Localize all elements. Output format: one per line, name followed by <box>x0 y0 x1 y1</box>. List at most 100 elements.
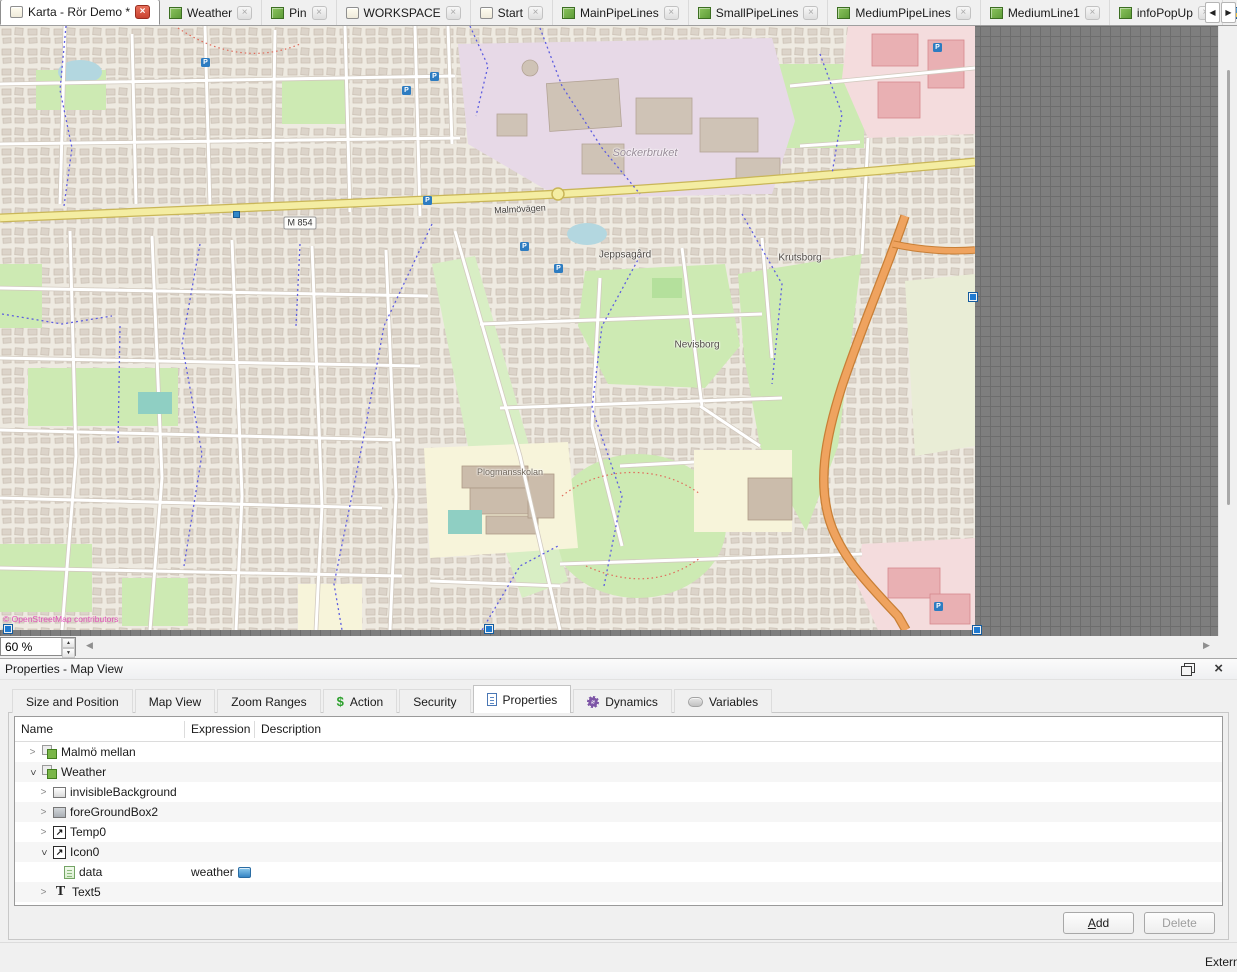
tab-security[interactable]: Security <box>399 689 470 713</box>
row-name: foreGroundBox2 <box>70 805 158 819</box>
dynamics-icon <box>587 696 599 708</box>
spin-down-icon[interactable]: ▼ <box>62 648 75 658</box>
tab-label: Properties <box>503 693 558 707</box>
tab-karta-r-r-demo[interactable]: Karta - Rör Demo *× <box>0 0 160 25</box>
tab-scroll-buttons: ◀ ▶ <box>1205 2 1236 23</box>
tab-scroll-left-icon[interactable]: ◀ <box>1205 2 1220 23</box>
add-button[interactable]: Add <box>1063 912 1134 934</box>
vertical-scrollbar-thumb[interactable] <box>1227 70 1230 505</box>
column-header-name[interactable]: Name <box>15 721 185 738</box>
tab-label: Map View <box>149 695 201 709</box>
tab-label: Zoom Ranges <box>231 695 306 709</box>
expand-icon[interactable]: > <box>38 827 49 838</box>
window-icon <box>346 7 359 19</box>
panel-title-text: Properties - Map View <box>5 662 123 676</box>
table-row-text5[interactable]: >TText5 <box>15 882 1222 902</box>
tab-pin[interactable]: Pin× <box>262 0 336 25</box>
variables-icon <box>688 697 703 707</box>
tab-zoom-ranges[interactable]: Zoom Ranges <box>217 689 320 713</box>
scroll-right-icon[interactable]: ▶ <box>1203 640 1210 651</box>
tab-start[interactable]: Start × <box>471 0 553 25</box>
tab-label: MediumLine1 <box>1008 6 1080 20</box>
parking-icon: P <box>430 72 439 81</box>
table-row-malm-mellan[interactable]: >Malmö mellan <box>15 742 1222 762</box>
horizontal-scrollbar[interactable]: ◀ ▶ ▲ ▼ <box>0 636 1237 658</box>
tab-variables[interactable]: Variables <box>674 689 772 713</box>
table-row-foregroundbox2[interactable]: > foreGroundBox2 <box>15 802 1222 822</box>
table-row-invisiblebackground[interactable]: > invisibleBackground <box>15 782 1222 802</box>
tab-label: Variables <box>709 695 758 709</box>
collapse-icon[interactable]: > <box>27 767 38 778</box>
expand-icon[interactable]: > <box>38 787 49 798</box>
close-tab-icon[interactable]: × <box>956 6 971 20</box>
expand-icon[interactable]: > <box>27 747 38 758</box>
map-icon <box>837 7 850 19</box>
tab-label: MediumPipeLines <box>855 6 950 20</box>
selection-handle[interactable] <box>4 625 12 633</box>
table-row-icon0[interactable]: >↗Icon0 <box>15 842 1222 862</box>
tab-label: MainPipeLines <box>580 6 659 20</box>
vertical-scrollbar[interactable] <box>1218 26 1237 636</box>
tab-label: SmallPipeLines <box>716 6 799 20</box>
rect-gray-icon <box>53 807 66 818</box>
column-header-expression[interactable]: Expression <box>185 721 255 738</box>
row-name: Text5 <box>72 885 101 899</box>
design-grid-canvas[interactable]: SockerbruketMalmövägenM 854JeppsagårdKru… <box>0 26 1218 636</box>
table-row-data[interactable]: dataweather <box>15 862 1222 882</box>
spin-up-icon[interactable]: ▲ <box>62 638 75 648</box>
delete-button[interactable]: Delete <box>1144 912 1215 934</box>
column-header-description[interactable]: Description <box>255 721 1222 738</box>
parking-icon: P <box>201 58 210 67</box>
expand-icon[interactable]: > <box>38 807 49 818</box>
close-tab-icon[interactable]: × <box>803 6 818 20</box>
close-tab-icon[interactable]: × <box>664 6 679 20</box>
map-view-object[interactable]: SockerbruketMalmövägenM 854JeppsagårdKru… <box>0 26 975 630</box>
table-row-temp0[interactable]: >↗Temp0 <box>15 822 1222 842</box>
tab-mediumline1[interactable]: MediumLine1 × <box>981 0 1110 25</box>
group-icon <box>42 765 57 779</box>
tab-mediumpipelines[interactable]: MediumPipeLines × <box>828 0 980 25</box>
tab-map-view[interactable]: Map View <box>135 689 215 713</box>
status-bar: Extern <box>0 942 1237 972</box>
tab-properties[interactable]: Properties <box>473 685 572 713</box>
row-name: invisibleBackground <box>70 785 177 799</box>
parking-icon: P <box>933 43 942 52</box>
zoom-level-input[interactable] <box>1 638 61 655</box>
tab-label: Action <box>350 695 383 709</box>
selection-handle[interactable] <box>485 625 493 633</box>
scroll-left-icon[interactable]: ◀ <box>86 640 93 651</box>
parking-icon: P <box>520 242 529 251</box>
tab-label: WORKSPACE <box>364 6 441 20</box>
tab-mainpipelines[interactable]: MainPipeLines × <box>553 0 689 25</box>
tab-dynamics[interactable]: Dynamics <box>573 689 672 713</box>
close-tab-icon[interactable]: × <box>135 5 150 19</box>
close-tab-icon[interactable]: × <box>1085 6 1100 20</box>
zoom-level-control: ▲ ▼ <box>0 637 76 656</box>
tab-workspace[interactable]: WORKSPACE × <box>337 0 471 25</box>
tab-weather[interactable]: Weather× <box>160 0 262 25</box>
row-name: Icon0 <box>70 845 99 859</box>
status-bar-text: Extern <box>1205 955 1237 969</box>
tab-scroll-right-icon[interactable]: ▶ <box>1221 2 1236 23</box>
close-tab-icon[interactable]: × <box>528 6 543 20</box>
collapse-icon[interactable]: > <box>38 847 49 858</box>
map-icon <box>1119 7 1132 19</box>
selection-handle[interactable] <box>973 626 981 634</box>
expand-icon[interactable]: > <box>38 887 49 898</box>
close-tab-icon[interactable]: × <box>446 6 461 20</box>
close-panel-icon[interactable]: × <box>1214 659 1223 679</box>
close-tab-icon[interactable]: × <box>237 6 252 20</box>
row-name: Temp0 <box>70 825 106 839</box>
tab-action[interactable]: $Action <box>323 689 398 713</box>
float-window-icon[interactable] <box>1181 663 1195 676</box>
selection-handle[interactable] <box>969 293 977 301</box>
properties-panel: Properties - Map View × Size and Positio… <box>0 658 1237 942</box>
tab-label: infoPopUp <box>1137 6 1193 20</box>
tab-label: Size and Position <box>26 695 119 709</box>
tab-smallpipelines[interactable]: SmallPipeLines × <box>689 0 829 25</box>
tab-label: Start <box>498 6 523 20</box>
tab-size-and-position[interactable]: Size and Position <box>12 689 133 713</box>
window-icon <box>10 6 23 18</box>
close-tab-icon[interactable]: × <box>312 6 327 20</box>
table-row-weather[interactable]: >Weather <box>15 762 1222 782</box>
